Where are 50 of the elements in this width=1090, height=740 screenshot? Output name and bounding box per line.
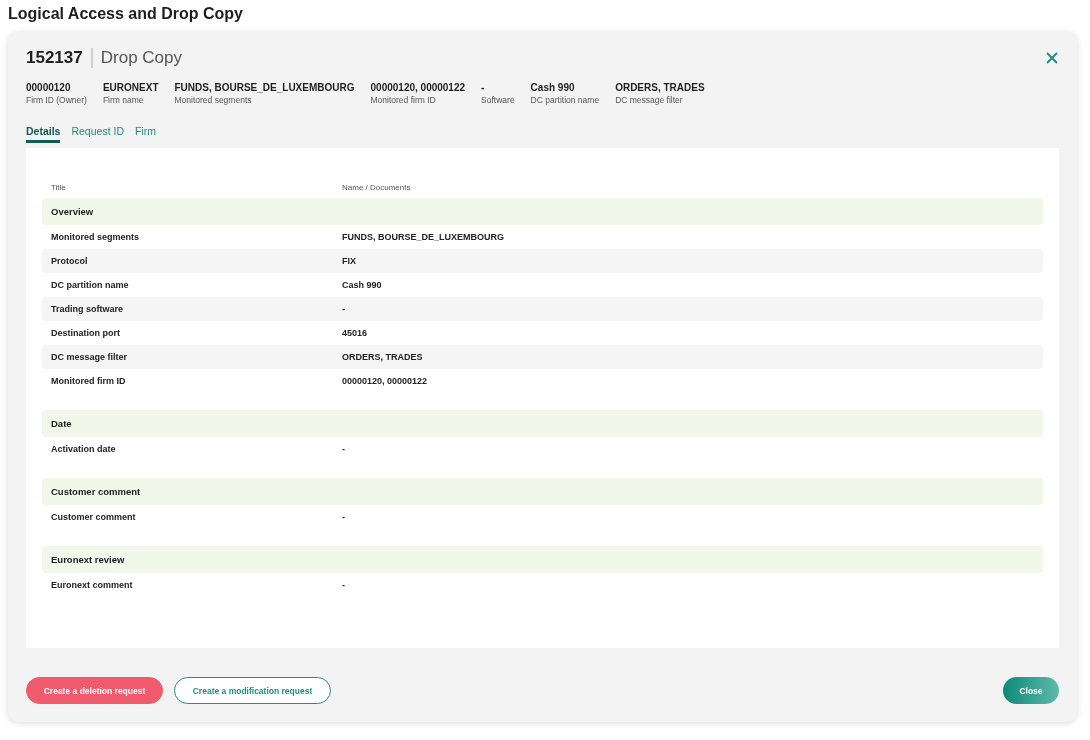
table-cell-text: Protocol xyxy=(51,256,89,266)
table-cell-text: Destination port xyxy=(51,328,121,338)
summary-value: Cash 990 xyxy=(530,82,576,93)
tab[interactable]: Details xyxy=(26,125,61,143)
tab[interactable]: Firm xyxy=(134,125,156,143)
dialog-title: Drop Copy xyxy=(100,48,182,68)
table-cell-text: 45016 xyxy=(342,328,369,338)
table-cell-text: Euronext comment xyxy=(51,580,134,590)
table-cell-text: 00000120, 00000122 xyxy=(342,376,429,386)
table-cell-text: - xyxy=(342,304,346,314)
table-cell-text: DC message filter xyxy=(51,352,129,362)
summary-label: Software xyxy=(481,95,515,105)
modify-request-button[interactable]: Create a modification request xyxy=(174,677,331,704)
section-header: Customer comment xyxy=(42,478,1043,505)
column-header: Title xyxy=(51,182,67,192)
summary-label: Monitored firm ID xyxy=(370,95,437,105)
close-button[interactable]: Close xyxy=(1003,677,1059,704)
delete-request-button[interactable]: Create a deletion request xyxy=(26,677,163,704)
summary-value: 00000120, 00000122 xyxy=(370,82,466,93)
table-cell-text: Monitored segments xyxy=(51,232,140,242)
table-cell-text: Cash 990 xyxy=(342,280,383,290)
summary-label: Firm name xyxy=(102,95,145,105)
summary-value: 00000120 xyxy=(26,82,72,93)
record-id: 152137 xyxy=(26,48,83,68)
table-cell-text: ORDERS, TRADES xyxy=(342,352,424,362)
summary-label: Monitored segments xyxy=(174,95,253,105)
summary-value: EURONEXT xyxy=(102,82,159,93)
column-header: Name / Documents xyxy=(342,182,412,192)
table-cell-text: Activation date xyxy=(51,444,117,454)
close-icon[interactable] xyxy=(1045,51,1059,65)
table-cell-text: FIX xyxy=(342,256,357,266)
summary-label: DC partition name xyxy=(530,95,600,105)
section-header: Overview xyxy=(42,198,1043,225)
summary-label: DC message filter xyxy=(615,95,684,105)
section-header: Euronext review xyxy=(42,546,1043,573)
tab[interactable]: Request ID xyxy=(71,125,124,143)
summary-value: ORDERS, TRADES xyxy=(615,82,705,93)
summary-value: FUNDS, BOURSE_DE_LUXEMBOURG xyxy=(174,82,355,93)
page-title: Logical Access and Drop Copy xyxy=(8,5,244,23)
summary-value: - xyxy=(481,82,486,93)
table-cell-text: Monitored firm ID xyxy=(51,376,127,386)
section-header: Date xyxy=(42,410,1043,437)
table-cell-text: - xyxy=(342,512,346,522)
table-cell-text: Customer comment xyxy=(51,512,137,522)
table-cell-text: FUNDS, BOURSE_DE_LUXEMBOURG xyxy=(342,232,506,242)
table-cell-text: - xyxy=(342,580,346,590)
summary-label: Firm ID (Owner) xyxy=(26,95,87,105)
table-cell-text: - xyxy=(342,444,346,454)
table-cell-text: DC partition name xyxy=(51,280,130,290)
table-cell-text: Trading software xyxy=(51,304,124,314)
